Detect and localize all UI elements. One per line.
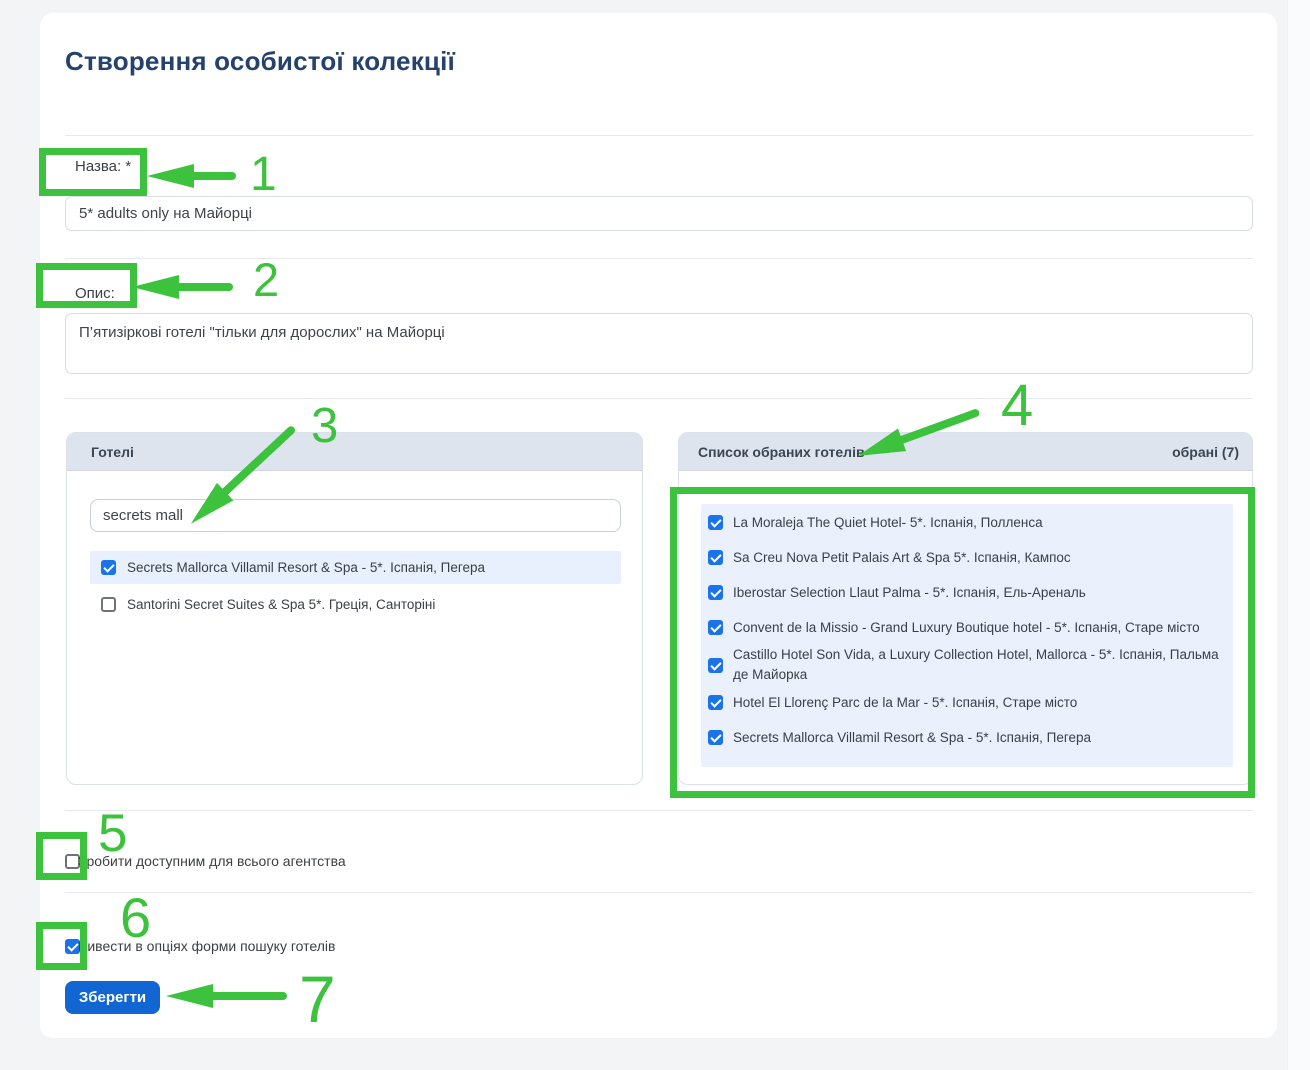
selected-panel-title: Список обраних готелів — [679, 444, 865, 460]
hotel-label: Santorini Secret Suites & Spa 5*. Греція… — [127, 597, 435, 612]
divider — [65, 892, 1253, 893]
selected-hotel-item[interactable]: Convent de la Missio - Grand Luxury Bout… — [701, 610, 1233, 645]
selected-hotel-label: La Moraleja The Quiet Hotel- 5*. Іспанія… — [733, 513, 1043, 533]
scrollbar-track[interactable] — [1287, 0, 1310, 1070]
hotel-search-input[interactable] — [90, 499, 621, 532]
description-textarea[interactable]: П’ятизіркові готелі "тільки для дорослих… — [65, 313, 1253, 374]
description-label: Опис: — [75, 285, 115, 303]
selected-hotels-panel: Список обраних готелів обрані (7) La Mor… — [678, 432, 1253, 785]
selected-hotel-checkbox[interactable] — [708, 550, 723, 565]
hotels-panel-header: Готелі — [67, 433, 642, 471]
selected-hotel-item[interactable]: La Moraleja The Quiet Hotel- 5*. Іспанія… — [701, 505, 1233, 540]
selected-hotel-label: Hotel El Llorenç Parc de la Mar - 5*. Іс… — [733, 693, 1077, 713]
hotel-search-results: Secrets Mallorca Villamil Resort & Spa -… — [90, 551, 621, 625]
hotel-checkbox[interactable] — [101, 597, 116, 612]
divider — [65, 398, 1253, 399]
selected-hotels-list: La Moraleja The Quiet Hotel- 5*. Іспанія… — [701, 504, 1233, 767]
name-input[interactable] — [65, 196, 1253, 231]
selected-hotel-item[interactable]: Secrets Mallorca Villamil Resort & Spa -… — [701, 720, 1233, 755]
selected-hotel-item[interactable]: Iberostar Selection Llaut Palma - 5*. Іс… — [701, 575, 1233, 610]
hotels-panel-title: Готелі — [67, 444, 134, 460]
name-label: Назва: * — [75, 158, 131, 176]
selected-hotel-checkbox[interactable] — [708, 585, 723, 600]
hotel-label: Secrets Mallorca Villamil Resort & Spa -… — [127, 560, 485, 575]
selected-panel-header: Список обраних готелів обрані (7) — [679, 433, 1252, 471]
selected-hotel-label: Castillo Hotel Son Vida, a Luxury Collec… — [733, 645, 1221, 685]
selected-hotel-checkbox[interactable] — [708, 658, 723, 673]
selected-hotel-checkbox[interactable] — [708, 620, 723, 635]
create-collection-card: Створення особистої колекції Назва: * Оп… — [40, 13, 1277, 1038]
selected-hotel-item[interactable]: Castillo Hotel Son Vida, a Luxury Collec… — [701, 645, 1233, 685]
hotel-list-item[interactable]: Secrets Mallorca Villamil Resort & Spa -… — [90, 551, 621, 584]
selected-hotel-checkbox[interactable] — [708, 730, 723, 745]
save-button[interactable]: Зберегти — [65, 981, 160, 1014]
selected-hotel-item[interactable]: Sa Creu Nova Petit Palais Art & Spa 5*. … — [701, 540, 1233, 575]
hotel-list-item[interactable]: Santorini Secret Suites & Spa 5*. Греція… — [90, 588, 621, 621]
page-title: Створення особистої колекції — [65, 46, 455, 76]
selected-hotel-label: Convent de la Missio - Grand Luxury Bout… — [733, 618, 1200, 638]
hotels-panel: Готелі Secrets Mallorca Villamil Resort … — [66, 432, 643, 785]
selected-hotel-checkbox[interactable] — [708, 695, 723, 710]
show-in-search-label: Вивести в опціях форми пошуку готелів — [78, 938, 335, 955]
hotel-checkbox[interactable] — [101, 560, 116, 575]
divider — [65, 258, 1253, 259]
selected-hotel-item[interactable]: Hotel El Llorenç Parc de la Mar - 5*. Іс… — [701, 685, 1233, 720]
page: Створення особистої колекції Назва: * Оп… — [0, 0, 1310, 1070]
divider — [65, 810, 1253, 811]
selected-hotel-checkbox[interactable] — [708, 515, 723, 530]
share-agency-label: Зробити доступним для всього агентства — [78, 853, 346, 870]
divider — [65, 135, 1253, 136]
selected-count-badge: обрані (7) — [1172, 444, 1239, 460]
selected-hotel-label: Secrets Mallorca Villamil Resort & Spa -… — [733, 728, 1091, 748]
selected-hotel-label: Sa Creu Nova Petit Palais Art & Spa 5*. … — [733, 548, 1071, 568]
selected-hotel-label: Iberostar Selection Llaut Palma - 5*. Іс… — [733, 583, 1086, 603]
